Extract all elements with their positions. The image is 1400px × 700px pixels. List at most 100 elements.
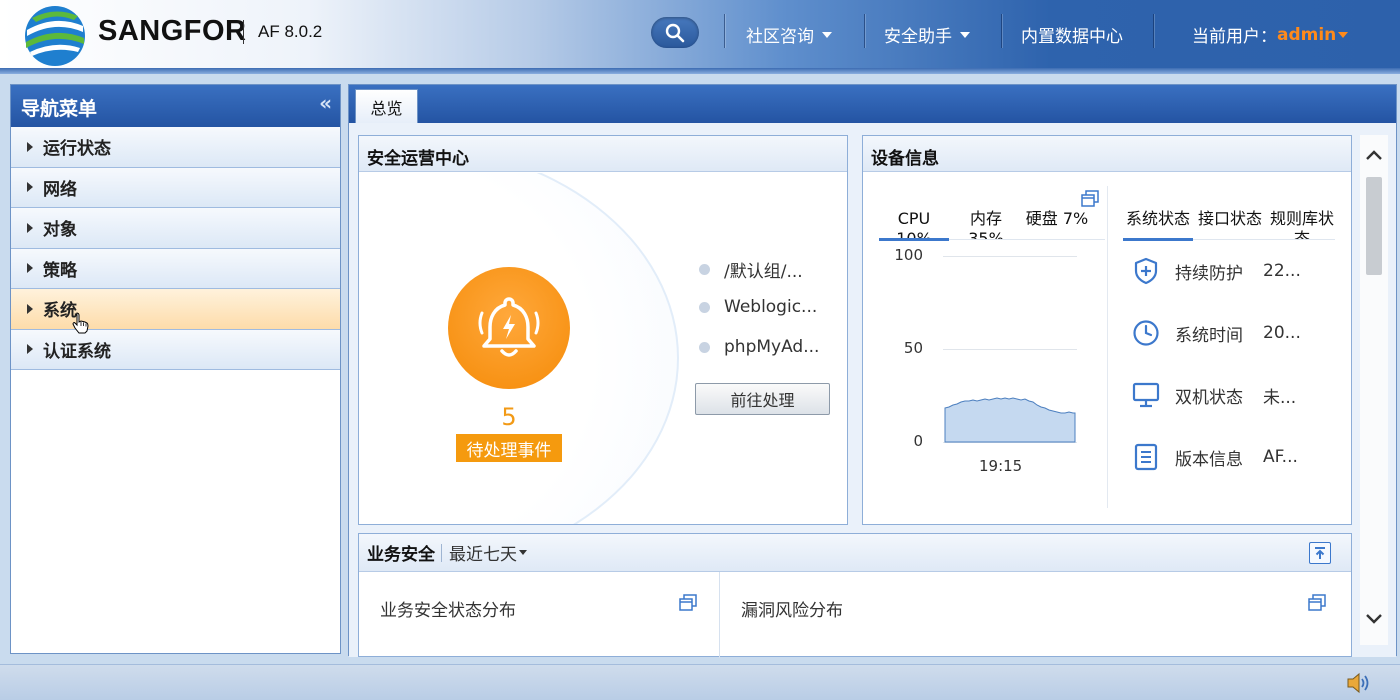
cpu-usage-area <box>944 397 1076 443</box>
tab-memory-label: 内存 <box>969 209 1002 228</box>
user-name: admin <box>1277 24 1337 45</box>
vuln-risk-title: 漏洞风险分布 <box>741 601 843 621</box>
chevron-down-icon <box>1338 31 1349 38</box>
datacenter-link[interactable]: 内置数据中心 <box>1021 22 1123 47</box>
status-label: 版本信息 <box>1175 449 1243 470</box>
current-user-menu[interactable]: 当前用户： admin <box>1192 22 1349 47</box>
sangfor-logo-icon <box>25 6 85 66</box>
header-separator <box>1153 14 1154 48</box>
bell-alert-icon <box>478 297 540 357</box>
security-ops-panel: 安全运营中心 5 待处理事件 /默认组/... Weblogic... phpM… <box>358 135 848 525</box>
chevron-right-icon <box>27 303 33 314</box>
header-separator <box>724 14 725 48</box>
monitor-icon <box>1131 380 1161 410</box>
popout-window-icon[interactable] <box>679 594 697 612</box>
user-label: 当前用户： <box>1192 27 1277 47</box>
tab-disk[interactable]: 硬盘 7% <box>1021 209 1093 229</box>
sidebar-item-policy[interactable]: 策略 <box>11 248 340 289</box>
event-label: phpMyAd... <box>724 337 820 357</box>
x-tick-label: 19:15 <box>979 457 1023 475</box>
scroll-thumb[interactable] <box>1366 177 1382 275</box>
tab-rulebase-status[interactable]: 规则库状态 <box>1267 209 1337 239</box>
header-separator <box>864 14 865 48</box>
business-status-section: 业务安全状态分布 <box>359 572 720 658</box>
community-menu[interactable]: 社区咨询 <box>746 22 832 47</box>
brand-name: SANGFOR <box>98 15 247 47</box>
chevron-down-icon <box>822 31 832 38</box>
dashboard-area: 安全运营中心 5 待处理事件 /默认组/... Weblogic... phpM… <box>349 123 1396 658</box>
assistant-menu-label: 安全助手 <box>884 27 952 47</box>
time-range-dropdown[interactable]: 最近七天 <box>449 540 527 565</box>
status-value: AF... <box>1263 447 1298 467</box>
tab-overview[interactable]: 总览 <box>355 89 418 123</box>
business-security-header: 业务安全 最近七天 <box>359 534 1351 572</box>
tab-strip: 总览 <box>349 85 1396 123</box>
assistant-menu[interactable]: 安全助手 <box>884 22 970 47</box>
sidebar-item-network[interactable]: 网络 <box>11 167 340 208</box>
chevron-right-icon <box>27 344 33 355</box>
sidebar-item-label: 认证系统 <box>43 341 111 362</box>
event-item[interactable]: phpMyAd... <box>699 337 819 357</box>
header-bottom-strip <box>0 68 1400 74</box>
speaker-icon[interactable] <box>1346 671 1372 695</box>
event-item[interactable]: /默认组/... <box>699 257 803 282</box>
shield-plus-icon <box>1131 256 1161 286</box>
chevron-down-icon <box>519 550 527 555</box>
chevron-right-icon <box>27 263 33 274</box>
cpu-usage-chart <box>944 397 1076 443</box>
tab-memory[interactable]: 内存 35% <box>963 209 1009 239</box>
event-label: Weblogic... <box>724 297 818 317</box>
top-header: SANGFOR AF 8.0.2 社区咨询 安全助手 内置数据中心 当前用户： … <box>0 0 1400 74</box>
hand-cursor-icon <box>72 312 89 334</box>
sidebar-item-auth-system[interactable]: 认证系统 <box>11 329 340 370</box>
pending-events-label[interactable]: 待处理事件 <box>456 434 562 462</box>
status-row-protection: 持续防护 22... <box>1131 256 1301 286</box>
chevron-down-icon <box>1366 614 1382 624</box>
brand-separator <box>243 20 244 44</box>
header-separator <box>1001 14 1002 48</box>
y-tick-label: 0 <box>913 432 923 450</box>
sidebar-item-run-status[interactable]: 运行状态 <box>11 127 340 168</box>
bullet-dot-icon <box>699 301 710 313</box>
vertical-scrollbar[interactable] <box>1360 135 1388 645</box>
collapse-sidebar-icon[interactable]: « <box>319 91 332 115</box>
popout-window-icon[interactable] <box>1081 190 1099 208</box>
event-item[interactable]: Weblogic... <box>699 297 817 317</box>
popout-window-icon[interactable] <box>1308 594 1326 612</box>
status-value: 20... <box>1263 323 1301 343</box>
status-value: 未... <box>1263 387 1297 408</box>
y-tick-label: 50 <box>903 339 923 357</box>
status-label: 系统时间 <box>1175 325 1243 346</box>
pending-events-badge[interactable] <box>448 267 570 389</box>
pin-top-button[interactable] <box>1309 542 1331 564</box>
main-content: 总览 安全运营中心 5 待处理事件 /默认组/... Weblogic... p… <box>348 84 1397 658</box>
scroll-up-button[interactable] <box>1360 135 1388 175</box>
vuln-risk-section: 漏洞风险分布 <box>721 572 1351 658</box>
header-separator <box>441 543 442 562</box>
search-button[interactable] <box>651 17 699 48</box>
goto-handle-button[interactable]: 前往处理 <box>695 383 830 415</box>
tab-memory-value: 35% <box>968 229 1004 239</box>
status-value: 22... <box>1263 261 1301 281</box>
business-security-panel: 业务安全 最近七天 业务安全状态分布 漏洞风险分布 <box>358 533 1352 658</box>
scroll-down-button[interactable] <box>1360 599 1388 639</box>
pin-to-top-icon <box>1315 547 1325 559</box>
document-icon <box>1131 442 1161 472</box>
status-row-version: 版本信息 AF... <box>1131 442 1298 472</box>
tab-system-status[interactable]: 系统状态 <box>1125 209 1191 239</box>
search-icon <box>665 23 685 42</box>
y-tick-label: 100 <box>894 246 923 264</box>
device-info-panel: 设备信息 CPU 10% 内存 35% 硬盘 7% 100 50 0 19:15… <box>862 135 1352 525</box>
tab-disk-label: 硬盘 <box>1025 209 1058 228</box>
sidebar-item-system[interactable]: 系统 <box>11 289 340 330</box>
sidebar-item-objects[interactable]: 对象 <box>11 208 340 249</box>
time-range-label: 最近七天 <box>449 545 517 565</box>
tab-disk-value: 7% <box>1062 209 1089 228</box>
status-row-ha: 双机状态 未... <box>1131 380 1296 410</box>
community-menu-label: 社区咨询 <box>746 27 814 47</box>
active-tab-indicator <box>1123 238 1193 241</box>
tab-interface-status[interactable]: 接口状态 <box>1197 209 1263 239</box>
tab-cpu[interactable]: CPU 10% <box>893 209 935 239</box>
pending-count: 5 <box>501 403 517 431</box>
chevron-up-icon <box>1366 150 1382 160</box>
